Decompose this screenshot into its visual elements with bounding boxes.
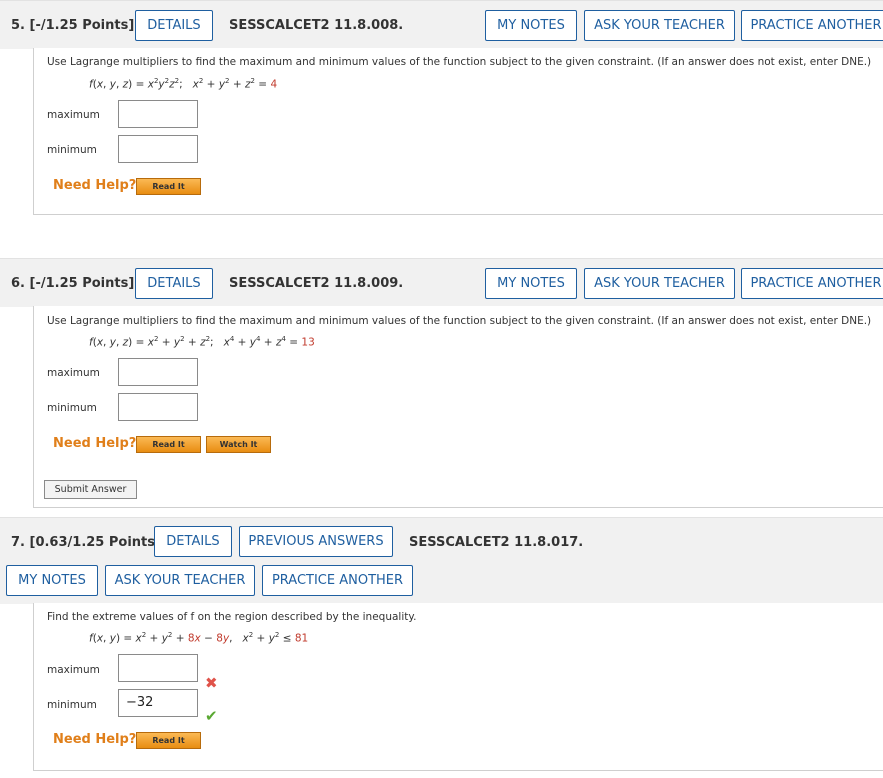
- q5-maximum-label: maximum: [47, 109, 100, 121]
- q6-title: 6. [-/1.25 Points]: [11, 276, 135, 291]
- q6-watch-it-button[interactable]: Watch It: [206, 436, 271, 453]
- q5-ask-teacher-button[interactable]: ASK YOUR TEACHER: [584, 10, 735, 41]
- q5-my-notes-button[interactable]: MY NOTES: [485, 10, 577, 41]
- q6-constraint-value: 13: [301, 336, 315, 349]
- q6-details-button[interactable]: DETAILS: [135, 268, 213, 299]
- q7-code: SESSCALCET2 11.8.017.: [409, 535, 584, 550]
- q5-practice-another-button[interactable]: PRACTICE ANOTHER: [741, 10, 883, 41]
- q7-formula: f(x, y) = x2 + y2 + 8x − 8y, x2 + y2 ≤ 8…: [89, 631, 309, 645]
- q6-formula: f(x, y, z) = x2 + y2 + z2; x4 + y4 + z4 …: [89, 335, 315, 349]
- q7-ask-teacher-button[interactable]: ASK YOUR TEACHER: [105, 565, 255, 596]
- q7-need-help: Need Help?: [53, 732, 137, 747]
- q6-ask-teacher-button[interactable]: ASK YOUR TEACHER: [584, 268, 735, 299]
- q7-incorrect-icon: ✖: [205, 674, 218, 692]
- q5-body: Use Lagrange multipliers to find the max…: [33, 48, 883, 215]
- q7-correct-icon: ✔: [205, 707, 218, 725]
- q7-prompt: Find the extreme values of f on the regi…: [47, 611, 416, 623]
- q6-maximum-input[interactable]: [118, 358, 198, 386]
- q7-my-notes-button[interactable]: MY NOTES: [6, 565, 98, 596]
- q5-minimum-label: minimum: [47, 144, 97, 156]
- q6-maximum-label: maximum: [47, 367, 100, 379]
- q6-practice-another-button[interactable]: PRACTICE ANOTHER: [741, 268, 883, 299]
- q6-minimum-input[interactable]: [118, 393, 198, 421]
- q7-minimum-label: minimum: [47, 699, 97, 711]
- q7-maximum-label: maximum: [47, 664, 100, 676]
- q7-details-button[interactable]: DETAILS: [154, 526, 232, 557]
- q7-prompt-text: Find the extreme values of f on the regi…: [47, 611, 417, 623]
- q5-details-button[interactable]: DETAILS: [135, 10, 213, 41]
- q6-code: SESSCALCET2 11.8.009.: [229, 276, 404, 291]
- q5-maximum-input[interactable]: [118, 100, 198, 128]
- q6-prompt: Use Lagrange multipliers to find the max…: [47, 315, 872, 327]
- q5-header: 5. [-/1.25 Points] DETAILS SESSCALCET2 1…: [0, 0, 883, 49]
- q7-maximum-input[interactable]: [118, 654, 198, 682]
- q7-read-it-button[interactable]: Read It: [136, 732, 201, 749]
- q7-minimum-input[interactable]: −32: [118, 689, 198, 717]
- q5-title: 5. [-/1.25 Points]: [11, 18, 135, 33]
- q7-title: 7. [0.63/1.25 Points]: [11, 535, 161, 550]
- q5-formula: f(x, y, z) = x2y2z2; x2 + y2 + z2 = 4: [89, 77, 278, 91]
- q6-need-help: Need Help?: [53, 436, 137, 451]
- q6-body: Use Lagrange multipliers to find the max…: [33, 306, 883, 508]
- q6-header: 6. [-/1.25 Points] DETAILS SESSCALCET2 1…: [0, 258, 883, 307]
- q5-constraint-value: 4: [270, 78, 278, 91]
- q5-prompt: Use Lagrange multipliers to find the max…: [47, 56, 872, 68]
- q7-constraint-value: 81: [294, 632, 309, 645]
- q5-read-it-button[interactable]: Read It: [136, 178, 201, 195]
- q5-code: SESSCALCET2 11.8.008.: [229, 18, 404, 33]
- q7-previous-answers-button[interactable]: PREVIOUS ANSWERS: [239, 526, 393, 557]
- q7-body: Find the extreme values of f on the regi…: [33, 603, 883, 771]
- q5-need-help: Need Help?: [53, 178, 137, 193]
- q6-submit-answer-button[interactable]: Submit Answer: [44, 480, 137, 499]
- q5-minimum-input[interactable]: [118, 135, 198, 163]
- q6-minimum-label: minimum: [47, 402, 97, 414]
- q7-header: 7. [0.63/1.25 Points] DETAILS PREVIOUS A…: [0, 517, 883, 604]
- q7-practice-another-button[interactable]: PRACTICE ANOTHER: [262, 565, 413, 596]
- q6-read-it-button[interactable]: Read It: [136, 436, 201, 453]
- q6-my-notes-button[interactable]: MY NOTES: [485, 268, 577, 299]
